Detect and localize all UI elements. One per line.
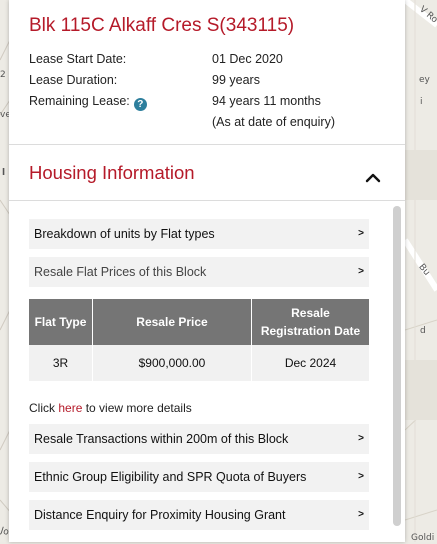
remaining-lease-note: (As at date of enquiry)	[212, 115, 335, 129]
table-header-row: Flat Type Resale Price Resale Registrati…	[29, 299, 369, 345]
lease-start-row: Lease Start Date: 01 Dec 2020	[29, 52, 399, 73]
remaining-lease-row: Remaining Lease:? 94 years 11 months	[29, 94, 399, 115]
scrollbar-thumb[interactable]	[393, 206, 401, 526]
block-info-panel: Blk 115C Alkaff Cres S(343115) Lease Sta…	[9, 0, 405, 542]
lease-duration-row: Lease Duration: 99 years	[29, 73, 399, 94]
accordion-label: Resale Flat Prices of this Block	[34, 265, 207, 279]
column-header: Resale Registration Date	[251, 299, 369, 345]
accordion-label: Ethnic Group Eligibility and SPR Quota o…	[34, 470, 307, 484]
ethnic-group-item[interactable]: Ethnic Group Eligibility and SPR Quota o…	[29, 462, 369, 492]
block-title: Blk 115C Alkaff Cres S(343115)	[29, 15, 295, 36]
chevron-right-icon: >	[358, 433, 364, 444]
flat-type-cell: 3R	[29, 345, 93, 381]
resale-prices-item[interactable]: Resale Flat Prices of this Block >	[29, 257, 369, 287]
question-circle-icon[interactable]: ?	[133, 98, 147, 111]
map-label: 2	[0, 70, 6, 80]
map-label: ey	[419, 75, 430, 85]
lease-duration-label: Lease Duration:	[29, 73, 118, 87]
divider	[9, 144, 405, 145]
resale-transactions-item[interactable]: Resale Transactions within 200m of this …	[29, 424, 369, 454]
chevron-right-icon: >	[358, 471, 364, 482]
remaining-lease-value: 94 years 11 months	[212, 94, 321, 108]
accordion-label: Breakdown of units by Flat types	[34, 227, 215, 241]
distance-enquiry-item[interactable]: Distance Enquiry for Proximity Housing G…	[29, 500, 369, 530]
divider	[9, 200, 405, 201]
column-header: Resale Price	[92, 299, 252, 345]
lease-info: Lease Start Date: 01 Dec 2020 Lease Dura…	[29, 52, 399, 136]
chevron-right-icon: >	[358, 228, 364, 239]
housing-information-header[interactable]: Housing Information	[9, 146, 405, 198]
chevron-right-icon: >	[358, 266, 364, 277]
remaining-lease-label-wrap: Remaining Lease:?	[29, 94, 147, 111]
more-details-line: Click here to view more details	[29, 401, 192, 415]
map-label: l	[2, 168, 6, 178]
column-header: Flat Type	[29, 299, 93, 345]
registration-date-cell: Dec 2024	[251, 345, 369, 381]
lease-duration-value: 99 years	[212, 73, 260, 87]
housing-information-title: Housing Information	[29, 162, 195, 183]
lease-start-value: 01 Dec 2020	[212, 52, 283, 66]
lease-start-label: Lease Start Date:	[29, 52, 127, 66]
more-details-prefix: Click	[29, 401, 59, 415]
map-label: d	[420, 326, 426, 336]
resale-price-cell: $900,000.00	[92, 345, 252, 381]
chevron-right-icon: >	[358, 509, 364, 520]
table-row: 3R $900,000.00 Dec 2024	[29, 345, 369, 381]
accordion-label: Resale Transactions within 200m of this …	[34, 432, 289, 446]
map-label: i	[420, 97, 423, 107]
breakdown-units-item[interactable]: Breakdown of units by Flat types >	[29, 219, 369, 249]
chevron-up-icon[interactable]	[364, 170, 382, 184]
resale-prices-table: Flat Type Resale Price Resale Registrati…	[29, 299, 369, 381]
more-details-link[interactable]: here	[58, 401, 82, 415]
remaining-lease-note-row: (As at date of enquiry)	[29, 115, 399, 136]
more-details-suffix: to view more details	[82, 401, 192, 415]
accordion-label: Distance Enquiry for Proximity Housing G…	[34, 508, 286, 522]
remaining-lease-label: Remaining Lease:	[29, 94, 130, 108]
